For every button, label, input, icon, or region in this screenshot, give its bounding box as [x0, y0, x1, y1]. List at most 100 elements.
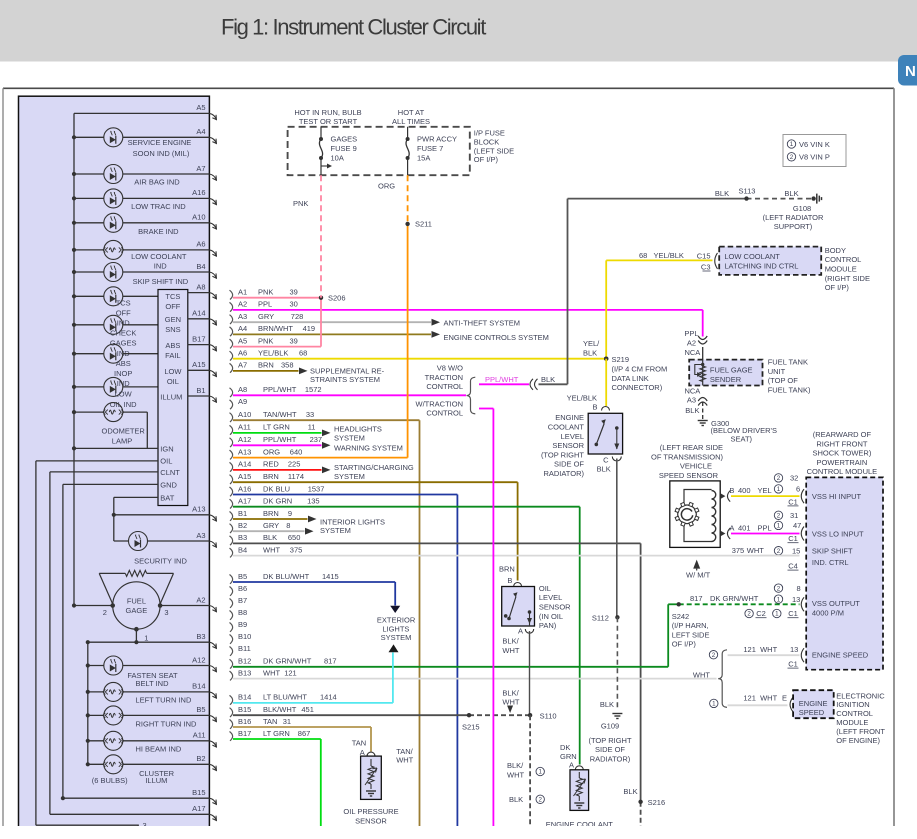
svg-text:BRN: BRN	[499, 564, 515, 573]
svg-text:B7: B7	[238, 596, 247, 605]
svg-text:15A: 15A	[417, 154, 430, 163]
svg-text:S206: S206	[328, 294, 346, 303]
svg-text:31: 31	[790, 511, 798, 520]
svg-text:MODULE: MODULE	[825, 265, 857, 274]
svg-text:1: 1	[712, 701, 716, 708]
svg-text:S112: S112	[592, 614, 609, 623]
svg-text:V8 W/O: V8 W/O	[437, 364, 463, 373]
svg-text:ILLUM: ILLUM	[145, 776, 167, 785]
svg-text:375: 375	[732, 546, 745, 555]
svg-text:WHT: WHT	[747, 546, 764, 555]
svg-text:LEVEL: LEVEL	[539, 593, 562, 602]
svg-text:817: 817	[324, 657, 337, 666]
svg-text:2: 2	[777, 513, 781, 520]
svg-text:C1: C1	[788, 497, 798, 506]
svg-text:A4: A4	[196, 127, 205, 136]
svg-text:SERVICE ENGINE: SERVICE ENGINE	[128, 138, 192, 147]
svg-text:WHT: WHT	[693, 671, 710, 680]
svg-text:(TOP RIGHT: (TOP RIGHT	[588, 736, 631, 745]
svg-text:A8: A8	[238, 385, 247, 394]
svg-text:OFF: OFF	[165, 302, 180, 311]
svg-text:B15: B15	[238, 705, 251, 714]
svg-text:A11: A11	[238, 423, 251, 432]
svg-text:1: 1	[538, 769, 542, 776]
svg-text:A2: A2	[238, 300, 247, 309]
svg-text:LATCHING IND CTRL: LATCHING IND CTRL	[724, 262, 798, 271]
svg-text:401: 401	[738, 524, 751, 533]
svg-text:ENGINE CONTROLS SYSTEM: ENGINE CONTROLS SYSTEM	[444, 333, 549, 342]
svg-text:YEL/BLK: YEL/BLK	[567, 394, 597, 403]
svg-text:(TOP RIGHT: (TOP RIGHT	[541, 450, 584, 459]
svg-text:1: 1	[777, 596, 781, 603]
svg-text:PNK: PNK	[293, 199, 308, 208]
svg-text:31: 31	[283, 717, 291, 726]
svg-text:YEL/: YEL/	[583, 339, 600, 348]
svg-text:A2: A2	[196, 595, 205, 604]
svg-text:(LEFT RADIATOR: (LEFT RADIATOR	[763, 213, 824, 222]
svg-text:A17: A17	[238, 497, 251, 506]
svg-text:RADIATOR): RADIATOR)	[590, 755, 631, 764]
svg-text:B: B	[729, 486, 734, 495]
svg-text:WHT: WHT	[507, 771, 524, 780]
svg-text:A7: A7	[238, 361, 247, 370]
svg-text:S113: S113	[739, 186, 756, 195]
svg-text:358: 358	[281, 361, 294, 370]
svg-text:SENSOR: SENSOR	[355, 817, 387, 826]
svg-text:A9: A9	[238, 397, 247, 406]
svg-text:TAN: TAN	[352, 738, 366, 747]
svg-text:CONNECTOR): CONNECTOR)	[612, 383, 663, 392]
svg-text:237: 237	[310, 435, 323, 444]
svg-text:VEHICLE: VEHICLE	[680, 462, 712, 471]
svg-text:A3: A3	[687, 396, 696, 405]
svg-text:32: 32	[790, 474, 798, 483]
svg-text:TAN/WHT: TAN/WHT	[263, 410, 297, 419]
svg-text:BLK: BLK	[583, 348, 597, 357]
svg-text:FUSE 7: FUSE 7	[417, 144, 443, 153]
svg-text:DK BLU: DK BLU	[263, 484, 290, 493]
svg-text:OIL: OIL	[160, 457, 172, 466]
svg-text:A13: A13	[192, 505, 205, 514]
svg-text:A: A	[518, 626, 523, 635]
svg-text:B10: B10	[238, 632, 251, 641]
svg-text:B4: B4	[196, 262, 205, 271]
svg-text:4000 P/M: 4000 P/M	[812, 608, 844, 617]
svg-text:13: 13	[792, 595, 800, 604]
svg-text:BLK: BLK	[715, 189, 729, 198]
svg-text:1572: 1572	[305, 385, 322, 394]
svg-text:PPL/WHT: PPL/WHT	[263, 435, 297, 444]
svg-text:11: 11	[308, 423, 316, 432]
svg-text:PPL: PPL	[758, 524, 772, 533]
svg-text:ORG: ORG	[263, 447, 280, 456]
svg-text:121: 121	[284, 668, 297, 677]
svg-text:B3: B3	[196, 632, 205, 641]
svg-text:SYSTEM: SYSTEM	[334, 472, 365, 481]
svg-text:IGNITION: IGNITION	[836, 700, 869, 709]
svg-text:ORG: ORG	[378, 182, 395, 191]
svg-text:B17: B17	[192, 334, 205, 343]
svg-text:S110: S110	[540, 712, 557, 721]
svg-text:W/ M/T: W/ M/T	[686, 571, 711, 580]
svg-text:47: 47	[793, 521, 801, 530]
svg-text:1174: 1174	[288, 472, 304, 481]
svg-text:SKIP SHIFT: SKIP SHIFT	[812, 546, 853, 555]
svg-text:C1: C1	[788, 660, 798, 669]
svg-text:GAGES: GAGES	[331, 135, 358, 144]
svg-text:(I/P 4 CM FROM: (I/P 4 CM FROM	[612, 365, 668, 374]
svg-text:WHT: WHT	[263, 545, 280, 554]
svg-text:A16: A16	[192, 188, 205, 197]
svg-text:TCS: TCS	[165, 292, 180, 301]
svg-text:B17: B17	[238, 729, 251, 738]
svg-text:IGN: IGN	[160, 445, 173, 454]
svg-text:GAGE: GAGE	[126, 606, 148, 615]
svg-text:A1: A1	[238, 288, 247, 297]
svg-text:B: B	[507, 576, 512, 585]
svg-text:BLK: BLK	[685, 406, 699, 415]
svg-text:SUPPORT): SUPPORT)	[774, 222, 813, 231]
svg-text:V6 VIN K: V6 VIN K	[799, 140, 830, 149]
svg-text:BLK: BLK	[623, 787, 637, 796]
svg-text:YEL/BLK: YEL/BLK	[654, 251, 684, 260]
svg-text:RADIATOR): RADIATOR)	[543, 469, 584, 478]
svg-text:30: 30	[290, 300, 298, 309]
svg-text:TEST OR START: TEST OR START	[299, 117, 358, 126]
svg-text:400: 400	[738, 486, 751, 495]
